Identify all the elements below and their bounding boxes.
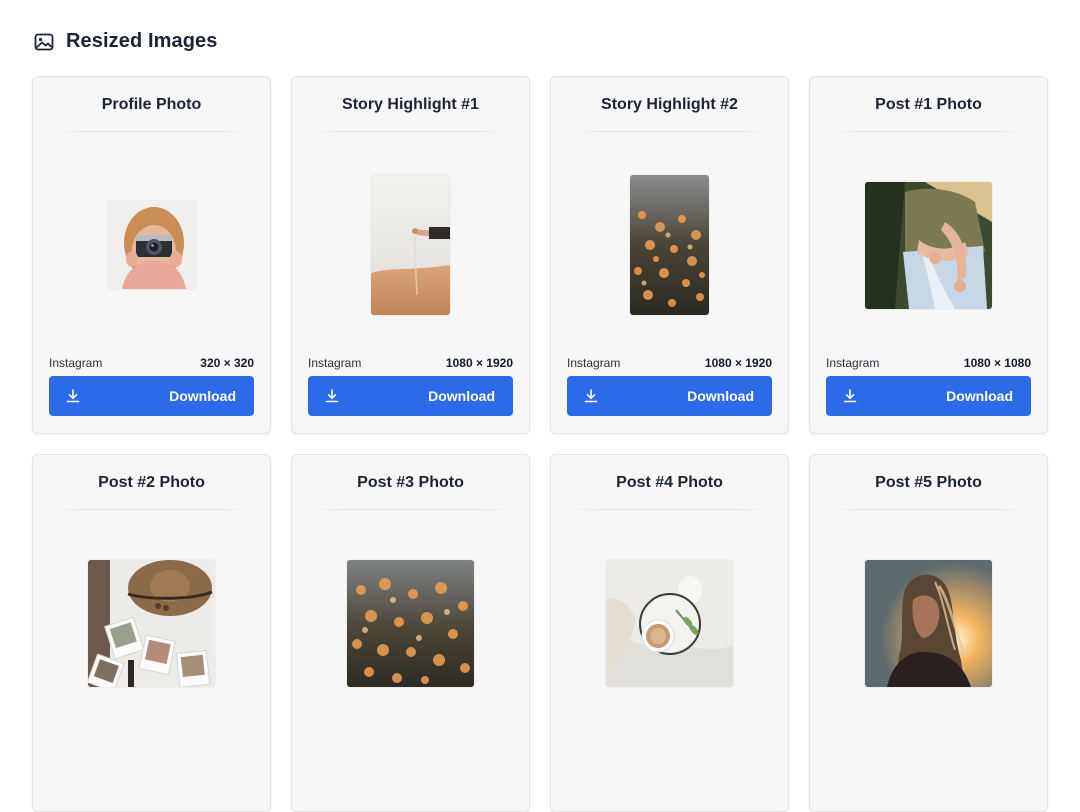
download-icon <box>843 389 857 403</box>
card-title: Post #4 Photo <box>616 474 723 491</box>
card-title: Story Highlight #2 <box>601 96 738 113</box>
download-label: Download <box>687 388 754 404</box>
download-label: Download <box>428 388 495 404</box>
download-icon <box>325 389 339 403</box>
download-button[interactable]: Download <box>308 376 513 416</box>
story-highlight-1-thumbnail <box>371 175 450 315</box>
image-card: Post #2 Photo <box>32 454 271 812</box>
story-highlight-2-thumbnail <box>630 175 709 315</box>
divider <box>49 509 254 510</box>
platform-label: Instagram <box>567 356 621 370</box>
divider <box>826 131 1031 132</box>
card-title: Post #3 Photo <box>357 474 464 491</box>
divider <box>49 131 254 132</box>
dimensions-label: 1080 × 1920 <box>704 356 772 370</box>
download-label: Download <box>169 388 236 404</box>
divider <box>308 509 513 510</box>
image-card: Post #5 Photo <box>809 454 1048 812</box>
download-label: Download <box>946 388 1013 404</box>
post-4-thumbnail <box>606 559 733 687</box>
post-2-thumbnail <box>88 559 215 687</box>
image-card: Post #1 Photo Instagram 1080 × 1080 Down… <box>809 76 1048 434</box>
image-icon <box>34 33 54 50</box>
profile-photo-thumbnail <box>107 201 196 289</box>
platform-label: Instagram <box>308 356 362 370</box>
download-button[interactable]: Download <box>49 376 254 416</box>
image-card: Story Highlight #2 Instagram 1080 × 1920… <box>550 76 789 434</box>
divider <box>826 509 1031 510</box>
image-card: Story Highlight #1 Instagram 1080 × 1920… <box>291 76 530 434</box>
divider <box>308 131 513 132</box>
image-card: Post #4 Photo <box>550 454 789 812</box>
download-icon <box>584 389 598 403</box>
card-title: Post #5 Photo <box>875 474 982 491</box>
download-button[interactable]: Download <box>826 376 1031 416</box>
card-title: Profile Photo <box>101 96 202 113</box>
platform-label: Instagram <box>49 356 103 370</box>
resized-images-grid: Profile Photo Instagram 320 × 320 Downlo… <box>32 76 1048 812</box>
post-5-thumbnail <box>865 559 992 687</box>
dimensions-label: 320 × 320 <box>200 356 254 370</box>
section-title: Resized Images <box>66 30 218 52</box>
divider <box>567 509 772 510</box>
card-title: Story Highlight #1 <box>342 96 479 113</box>
card-title: Post #1 Photo <box>875 96 982 113</box>
download-icon <box>66 389 80 403</box>
divider <box>567 131 772 132</box>
image-card: Post #3 Photo <box>291 454 530 812</box>
dimensions-label: 1080 × 1920 <box>445 356 513 370</box>
platform-label: Instagram <box>826 356 880 370</box>
dimensions-label: 1080 × 1080 <box>963 356 1031 370</box>
post-3-thumbnail <box>347 559 474 687</box>
image-card: Profile Photo Instagram 320 × 320 Downlo… <box>32 76 271 434</box>
post-1-thumbnail <box>865 181 992 309</box>
download-button[interactable]: Download <box>567 376 772 416</box>
card-title: Post #2 Photo <box>98 474 205 491</box>
section-header: Resized Images <box>34 30 217 53</box>
